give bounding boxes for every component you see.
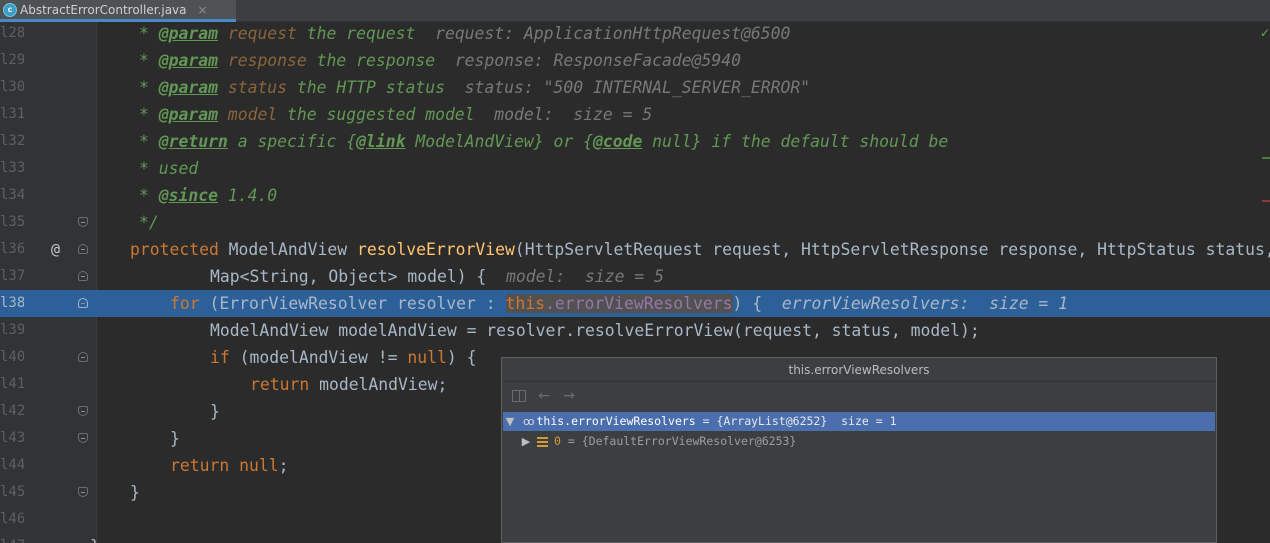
array-element-icon xyxy=(537,436,548,447)
tree-row-value: {ArrayList@6252} xyxy=(716,414,828,428)
code-line-132[interactable]: * @return a specific {@link ModelAndView… xyxy=(0,128,1270,155)
tree-row-name: 0 xyxy=(554,434,561,448)
code-line-134[interactable]: * @since 1.4.0 xyxy=(0,182,1270,209)
tab-abstract-error-controller[interactable]: c AbstractErrorController.java × xyxy=(0,0,236,22)
editor-tab-bar: c AbstractErrorController.java × xyxy=(0,0,1270,22)
popup-toolbar: ← → xyxy=(502,382,1216,410)
inline-debug-value: errorViewResolvers: size = 1 xyxy=(762,294,1069,313)
inline-debug-value: response: ResponseFacade@5940 xyxy=(435,51,741,70)
selected-expression[interactable]: this.errorViewResolvers xyxy=(505,294,733,313)
tree-row-element-0[interactable]: ▶ 0 = {DefaultErrorViewResolver@6253} xyxy=(503,432,797,451)
error-marker[interactable] xyxy=(1262,200,1270,202)
inline-debug-value: status: "500 INTERNAL_SERVER_ERROR" xyxy=(444,78,811,97)
layout-toggle-icon[interactable] xyxy=(510,387,528,405)
back-arrow-icon[interactable]: ← xyxy=(535,387,553,405)
tree-row-size: size = 1 xyxy=(827,414,897,428)
close-tab-icon[interactable]: × xyxy=(198,3,208,17)
tree-row-errorViewResolvers[interactable]: ▼ oo this.errorViewResolvers = {ArrayLis… xyxy=(503,412,1215,431)
code-line-128[interactable]: * @param request the request request: Ap… xyxy=(0,20,1270,47)
tab-file-name: AbstractErrorController.java xyxy=(20,2,187,17)
tree-row-value: {DefaultErrorViewResolver@6253} xyxy=(581,434,797,448)
popup-title: this.errorViewResolvers xyxy=(502,358,1216,382)
line-number: l46 xyxy=(0,511,24,527)
forward-arrow-icon[interactable]: → xyxy=(560,387,578,405)
inline-debug-value: model: size = 5 xyxy=(474,105,653,124)
java-class-icon: c xyxy=(3,2,17,17)
expand-triangle-icon[interactable]: ▼ xyxy=(503,412,517,431)
code-line-137[interactable]: Map<String, Object> model) { model: size… xyxy=(0,263,1270,290)
code-line-139[interactable]: ModelAndView modelAndView = resolver.res… xyxy=(0,317,1270,344)
expand-triangle-icon[interactable]: ▶ xyxy=(519,432,533,451)
code-line-133[interactable]: * used xyxy=(0,155,1270,182)
inline-debug-value: request: ApplicationHttpRequest@6500 xyxy=(415,24,791,43)
code-line-138[interactable]: for (ErrorViewResolver resolver : this.e… xyxy=(0,290,1270,317)
inspection-ok-icon[interactable]: ✓ xyxy=(1260,26,1270,40)
inline-debug-value: model: size = 5 xyxy=(486,267,664,286)
code-line-136[interactable]: protected ModelAndView resolveErrorView(… xyxy=(0,236,1270,263)
change-marker[interactable] xyxy=(1262,157,1270,159)
debugger-evaluate-popup[interactable]: this.errorViewResolvers ← → ▼ oo this.er… xyxy=(501,357,1217,543)
code-line-129[interactable]: * @param response the response response:… xyxy=(0,47,1270,74)
watch-glasses-icon: oo xyxy=(523,415,535,428)
code-line-135[interactable]: */ xyxy=(0,209,1270,236)
code-line-130[interactable]: * @param status the HTTP status status: … xyxy=(0,74,1270,101)
code-line-131[interactable]: * @param model the suggested model model… xyxy=(0,101,1270,128)
tree-row-name: this.errorViewResolvers xyxy=(536,414,696,428)
